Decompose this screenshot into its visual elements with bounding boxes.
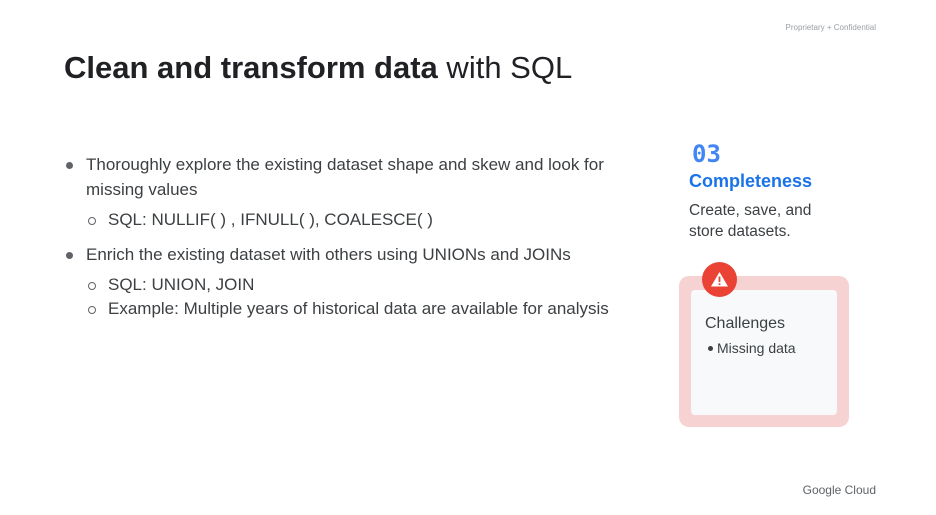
step-description: Create, save, and store datasets. — [689, 202, 812, 240]
sub-bullet-item: SQL: NULLIF( ) , IFNULL( ), COALESCE( ) — [64, 208, 644, 232]
slide-title: Clean and transform data with SQL — [64, 50, 572, 86]
sub-bullet-circle — [88, 217, 96, 225]
sub-bullet-circle — [88, 306, 96, 314]
sub-bullet-text: SQL: UNION, JOIN — [108, 275, 255, 294]
sub-bullet-text: SQL: NULLIF( ) , IFNULL( ), COALESCE( ) — [108, 210, 433, 229]
sub-bullet-text: Example: Multiple years of historical da… — [108, 299, 609, 318]
slide-title-rest: with SQL — [437, 50, 573, 85]
challenge-list-item: Missing data — [708, 340, 796, 356]
challenges-title: Challenges — [705, 315, 786, 332]
sub-bullet-list: SQL: UNION, JOIN Example: Multiple years… — [64, 273, 644, 321]
bullet-dot — [66, 252, 73, 259]
sub-bullet-list: SQL: NULLIF( ) , IFNULL( ), COALESCE( ) — [64, 208, 644, 232]
challenge-bullet-dot — [708, 345, 713, 351]
step-number: 03 — [692, 140, 721, 168]
challenge-text: Missing data — [717, 340, 796, 356]
sub-bullet-circle — [88, 282, 96, 290]
google-cloud-logo: Google Cloud — [802, 483, 876, 497]
bullet-item: Thoroughly explore the existing dataset … — [64, 152, 644, 202]
sub-bullet-item: Example: Multiple years of historical da… — [64, 297, 644, 321]
bullet-list: Thoroughly explore the existing dataset … — [64, 152, 644, 331]
warning-icon — [702, 262, 737, 297]
bullet-text: Thoroughly explore the existing dataset … — [86, 155, 604, 199]
bullet-dot — [66, 162, 73, 169]
confidential-label: Proprietary + Confidential — [785, 23, 877, 32]
bullet-text: Enrich the existing dataset with others … — [86, 245, 571, 264]
sub-bullet-item: SQL: UNION, JOIN — [64, 273, 644, 297]
bullet-item: Enrich the existing dataset with others … — [64, 242, 644, 267]
step-title: Completeness — [689, 171, 813, 191]
slide-title-bold: Clean and transform data — [64, 50, 438, 85]
